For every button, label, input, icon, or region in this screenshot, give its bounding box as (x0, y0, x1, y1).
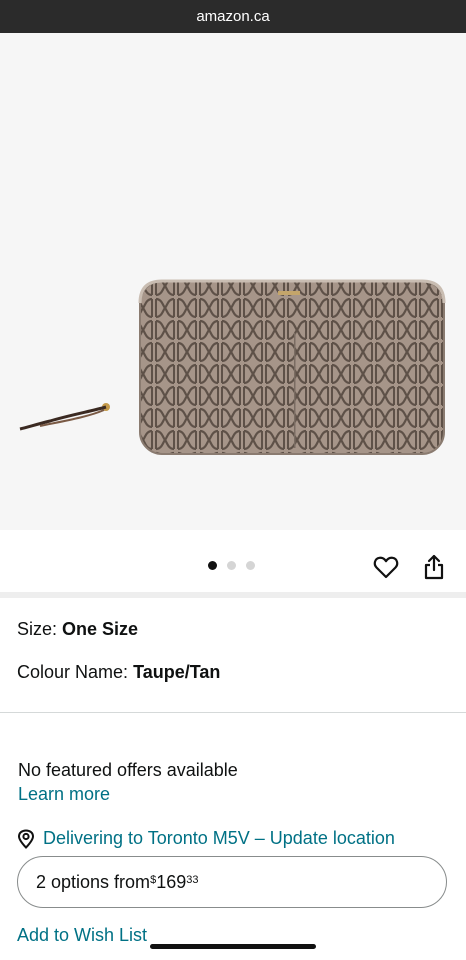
home-indicator (150, 944, 316, 949)
price-currency: $ (150, 874, 157, 886)
product-image-area[interactable] (0, 33, 466, 530)
share-icon (424, 554, 444, 580)
delivery-location-text[interactable]: Delivering to Toronto M5V – Update locat… (43, 828, 395, 849)
section-divider (0, 592, 466, 598)
colour-value: Taupe/Tan (133, 662, 221, 682)
price-whole: 169 (156, 871, 187, 892)
no-offers-text: No featured offers available (18, 760, 238, 780)
size-attribute: Size: One Size (17, 619, 138, 640)
colour-attribute: Colour Name: Taupe/Tan (17, 662, 220, 683)
browser-url-bar[interactable]: amazon.ca (0, 0, 466, 33)
section-divider-thin (0, 712, 466, 713)
wishlist-heart-button[interactable] (371, 552, 401, 582)
size-label: Size: (17, 619, 58, 639)
gallery-controls (0, 530, 466, 592)
share-button[interactable] (419, 552, 449, 582)
wallet-image (19, 279, 446, 455)
price-fraction: 33 (186, 874, 199, 886)
heart-icon (373, 556, 399, 579)
learn-more-link[interactable]: Learn more (18, 784, 110, 805)
options-prefix: 2 options from (36, 871, 151, 892)
colour-label: Colour Name: (17, 662, 129, 682)
buying-options-button[interactable]: 2 options from $ 169 33 (17, 856, 447, 908)
size-value: One Size (62, 619, 139, 639)
image-carousel-dots[interactable] (208, 561, 255, 570)
carousel-dot-1[interactable] (208, 561, 217, 570)
carousel-dot-3[interactable] (246, 561, 255, 570)
url-text: amazon.ca (196, 8, 270, 25)
location-pin-icon (17, 828, 35, 849)
delivery-location-row[interactable]: Delivering to Toronto M5V – Update locat… (17, 828, 395, 849)
carousel-dot-2[interactable] (227, 561, 236, 570)
add-to-wish-list-link[interactable]: Add to Wish List (17, 925, 147, 946)
